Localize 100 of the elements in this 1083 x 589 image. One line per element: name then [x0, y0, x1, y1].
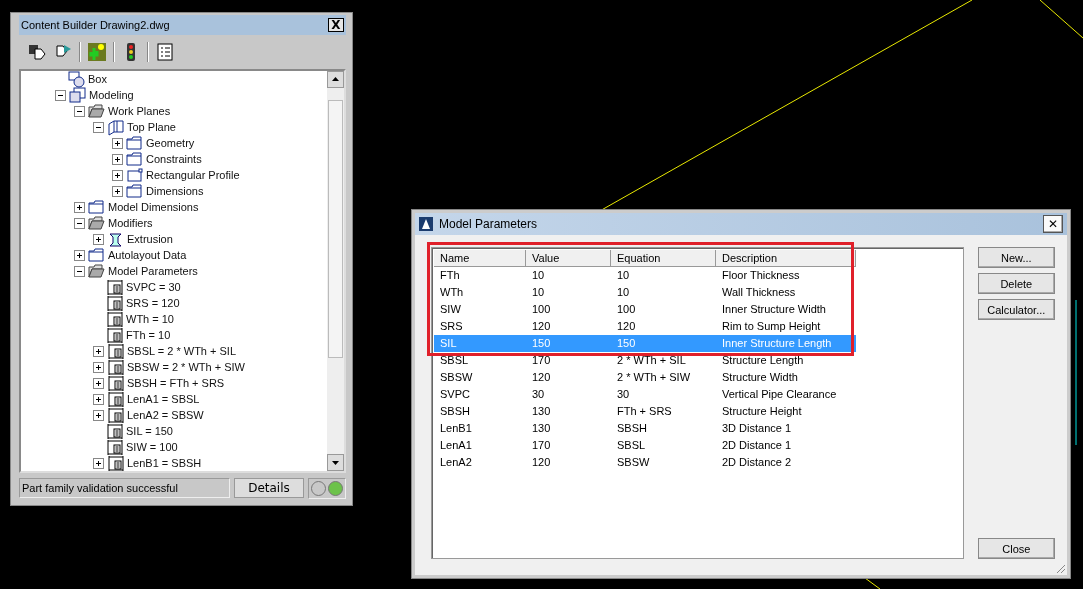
- expand-toggle-icon[interactable]: [112, 185, 123, 197]
- table-cell-text: Structure Height: [721, 404, 803, 419]
- expand-toggle-icon[interactable]: [93, 409, 104, 421]
- table-cell[interactable]: LenA1: [434, 437, 526, 454]
- table-cell-text: 30: [616, 387, 631, 402]
- collapse-toggle-icon[interactable]: [55, 89, 66, 101]
- expand-toggle-icon[interactable]: [74, 249, 85, 261]
- table-cell[interactable]: WTh: [434, 284, 526, 301]
- table-cell[interactable]: LenB1: [434, 420, 526, 437]
- collapse-toggle-icon[interactable]: [74, 265, 85, 277]
- column-header[interactable]: Value: [526, 250, 611, 267]
- scroll-thumb[interactable]: [328, 100, 343, 358]
- details-button[interactable]: Details: [234, 478, 304, 498]
- expand-toggle-icon[interactable]: [93, 457, 104, 469]
- tree-item[interactable]: SVPC = 30: [126, 281, 181, 293]
- column-header[interactable]: Equation: [611, 250, 716, 267]
- scrollbar[interactable]: [327, 71, 344, 471]
- table-cell-text: Floor Thickness: [721, 268, 801, 283]
- tree-item[interactable]: Dimensions: [146, 185, 204, 197]
- table-cell[interactable]: FTh: [434, 267, 526, 284]
- table-cell-text: 170: [531, 353, 552, 368]
- collapse-toggle-icon[interactable]: [93, 121, 104, 133]
- tree-item[interactable]: LenB1 = SBSH: [127, 457, 202, 469]
- expand-toggle-icon[interactable]: [74, 201, 85, 213]
- tree-item[interactable]: SBSH = FTh + SRS: [127, 377, 225, 389]
- table-cell[interactable]: SBSH: [434, 403, 526, 420]
- table-cell[interactable]: SVPC: [434, 386, 526, 403]
- column-header[interactable]: Description: [716, 250, 856, 267]
- dialog-button[interactable]: Calculator...: [977, 299, 1055, 320]
- table-cell-text: 10: [531, 285, 546, 300]
- open-folder-icon: [88, 102, 105, 120]
- list-icon[interactable]: [155, 42, 175, 62]
- expand-toggle-icon[interactable]: [93, 377, 104, 389]
- cactus-landscape-icon[interactable]: [87, 42, 107, 62]
- drawing-line: [864, 577, 881, 589]
- tree-item[interactable]: SIW = 100: [126, 441, 178, 453]
- tree-item[interactable]: SBSL = 2 * WTh + SIL: [127, 345, 237, 357]
- table-cell-text: 100: [616, 302, 637, 317]
- status-message: Part family validation successful: [19, 478, 230, 498]
- tree-item[interactable]: Top Plane: [127, 121, 176, 133]
- tree-item[interactable]: Constraints: [146, 153, 202, 165]
- tree-item[interactable]: LenA2 = SBSW: [127, 409, 204, 421]
- table-cell[interactable]: SRS: [434, 318, 526, 335]
- folder-icon: [126, 182, 143, 200]
- expand-toggle-icon[interactable]: [112, 169, 123, 181]
- table-cell: Inner Structure Length: [716, 335, 856, 352]
- expand-toggle-icon[interactable]: [93, 345, 104, 357]
- close-button[interactable]: ✕: [1043, 215, 1063, 233]
- scroll-down-button[interactable]: [327, 454, 344, 471]
- expand-toggle-icon[interactable]: [93, 361, 104, 373]
- folder-icon: [126, 150, 143, 168]
- tree-item[interactable]: SRS = 120: [126, 297, 180, 309]
- export-icon[interactable]: [27, 42, 47, 62]
- resize-grip-icon[interactable]: [1055, 563, 1066, 574]
- expand-toggle-icon[interactable]: [93, 393, 104, 405]
- tree-item[interactable]: Work Planes: [108, 105, 171, 117]
- table-cell-text: FTh + SRS: [616, 404, 673, 419]
- table-cell[interactable]: SIW: [434, 301, 526, 318]
- close-button[interactable]: Close: [977, 538, 1055, 559]
- parameter-icon: [106, 278, 123, 296]
- table-cell[interactable]: SBSW: [434, 369, 526, 386]
- tree-item[interactable]: Modeling: [89, 89, 134, 101]
- tree-item[interactable]: Model Dimensions: [108, 201, 199, 213]
- table-cell[interactable]: LenA2: [434, 454, 526, 471]
- column-header[interactable]: Name: [434, 250, 526, 267]
- collapse-toggle-icon[interactable]: [74, 217, 85, 229]
- table-cell-text: 120: [616, 319, 637, 334]
- table-cell-text: 120: [531, 370, 552, 385]
- tree-item[interactable]: Rectangular Profile: [146, 169, 240, 181]
- expand-toggle-icon[interactable]: [93, 233, 104, 245]
- tree-item[interactable]: LenA1 = SBSL: [127, 393, 200, 405]
- dialog-button[interactable]: New...: [977, 247, 1055, 268]
- tree-item[interactable]: Modifiers: [108, 217, 153, 229]
- folder-icon: [126, 134, 143, 152]
- parameter-icon: [107, 374, 124, 392]
- tree-item[interactable]: Geometry: [146, 137, 195, 149]
- tree-item[interactable]: Box: [88, 73, 107, 85]
- expand-toggle-icon[interactable]: [112, 153, 123, 165]
- table-cell-text: Inner Structure Width: [721, 302, 827, 317]
- tree-item[interactable]: WTh = 10: [126, 313, 174, 325]
- scroll-up-button[interactable]: [327, 71, 344, 88]
- dialog-button[interactable]: Delete: [977, 273, 1055, 294]
- table-cell-text: 2D Distance 1: [721, 438, 793, 453]
- table-cell-text: SBSH: [616, 421, 648, 436]
- folder-icon: [88, 246, 105, 264]
- tree-item[interactable]: SIL = 150: [126, 425, 173, 437]
- tree-item[interactable]: SBSW = 2 * WTh + SIW: [127, 361, 245, 373]
- profile-icon: [126, 166, 143, 184]
- tree-item[interactable]: Autolayout Data: [108, 249, 187, 261]
- tree-item[interactable]: FTh = 10: [126, 329, 171, 341]
- table-cell[interactable]: SBSL: [434, 352, 526, 369]
- folder-icon: [88, 198, 105, 216]
- collapse-toggle-icon[interactable]: [74, 105, 85, 117]
- tree-item[interactable]: Model Parameters: [108, 265, 198, 277]
- table-cell-text: 100: [531, 302, 552, 317]
- close-button[interactable]: X: [328, 18, 344, 32]
- expand-toggle-icon[interactable]: [112, 137, 123, 149]
- table-cell-text: SBSL: [616, 438, 647, 453]
- drawing-line: [1039, 0, 1083, 39]
- tree-item[interactable]: Extrusion: [127, 233, 173, 245]
